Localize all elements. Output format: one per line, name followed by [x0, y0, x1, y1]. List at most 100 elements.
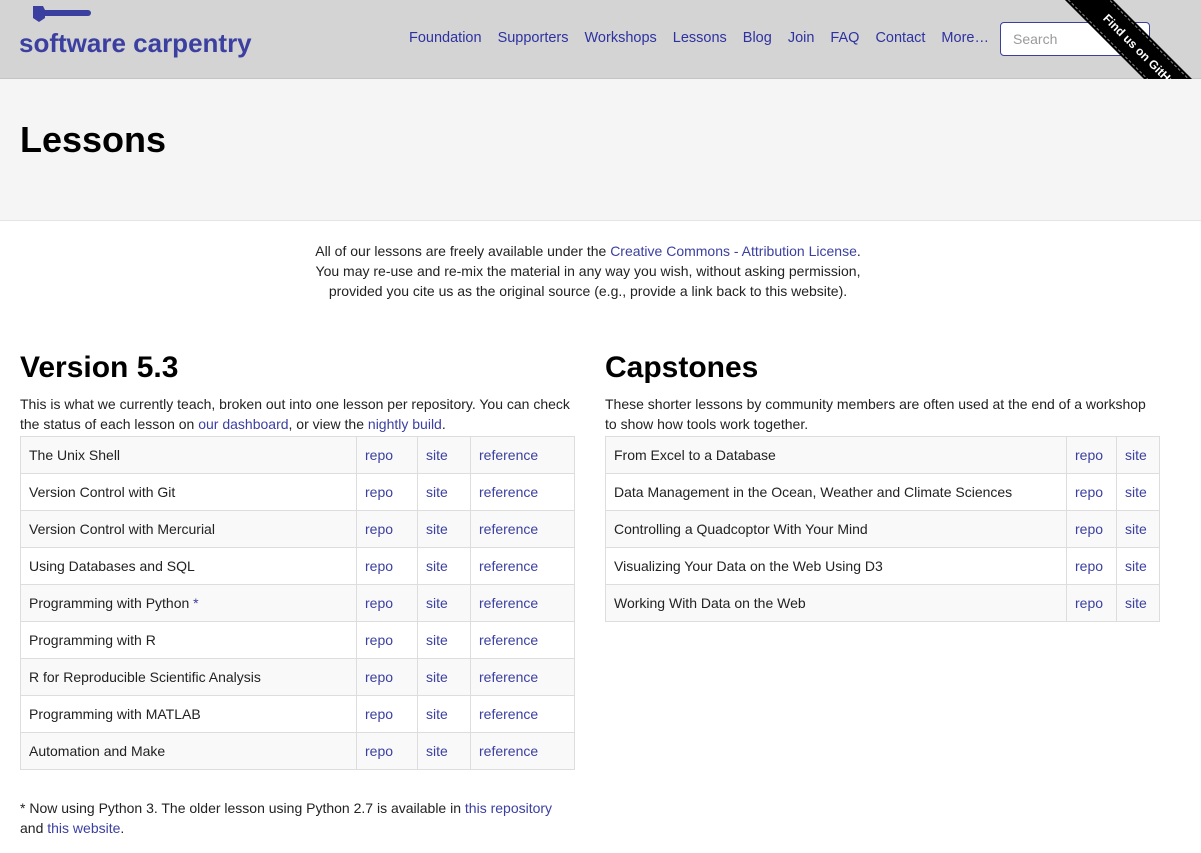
- repo-cell: repo: [356, 695, 418, 733]
- lesson-name-cell: Version Control with Git: [20, 473, 357, 511]
- table-row: Visualizing Your Data on the Web Using D…: [605, 547, 1160, 585]
- repo-cell: repo: [356, 473, 418, 511]
- table-row: Working With Data on the Web repo site: [605, 584, 1160, 622]
- reference-link[interactable]: reference: [479, 743, 538, 759]
- dashboard-link[interactable]: our dashboard: [198, 416, 288, 432]
- table-row: Version Control with Mercurial repo site re…: [20, 510, 575, 548]
- repo-cell: repo: [1066, 510, 1117, 548]
- site-cell: site: [417, 510, 471, 548]
- repo-link[interactable]: repo: [365, 743, 393, 759]
- site-link[interactable]: site: [1125, 447, 1147, 463]
- capstone-name: Working With Data on the Web: [614, 595, 806, 611]
- reference-link[interactable]: reference: [479, 669, 538, 685]
- repo-link[interactable]: repo: [1075, 521, 1103, 537]
- capstone-name-cell: Working With Data on the Web: [605, 584, 1067, 622]
- site-link[interactable]: site: [426, 743, 448, 759]
- reference-link[interactable]: reference: [479, 632, 538, 648]
- repo-link[interactable]: repo: [365, 632, 393, 648]
- capstones-title: Capstones: [605, 351, 759, 384]
- site-link[interactable]: site: [1125, 558, 1147, 574]
- site-link[interactable]: site: [1125, 521, 1147, 537]
- license-link[interactable]: Creative Commons - Attribution License: [610, 243, 857, 259]
- table-row: Programming with Python * repo site referen…: [20, 584, 575, 622]
- lesson-name-cell: Automation and Make: [20, 732, 357, 770]
- site-cell: site: [1116, 436, 1160, 474]
- capstones-section: Capstones These shorter lessons by commu…: [605, 348, 1160, 622]
- lesson-name-cell: Programming with Python *: [20, 584, 357, 622]
- nav-contact[interactable]: Contact: [875, 30, 925, 46]
- table-row: From Excel to a Database repo site: [605, 436, 1160, 474]
- repo-link[interactable]: repo: [365, 595, 393, 611]
- repo-link[interactable]: repo: [1075, 484, 1103, 500]
- site-link[interactable]: site: [426, 484, 448, 500]
- reference-cell: reference: [470, 732, 575, 770]
- repo-cell: repo: [1066, 473, 1117, 511]
- page-header: Lessons: [0, 79, 1201, 221]
- reference-cell: reference: [470, 547, 575, 585]
- repo-link[interactable]: repo: [1075, 595, 1103, 611]
- nightly-build-link[interactable]: nightly build: [368, 416, 442, 432]
- repo-link[interactable]: repo: [365, 447, 393, 463]
- lesson-name: Programming with Python: [29, 595, 190, 611]
- site-link[interactable]: site: [426, 447, 448, 463]
- capstone-name-cell: Visualizing Your Data on the Web Using D…: [605, 547, 1067, 585]
- python2-site-link[interactable]: this website: [47, 820, 120, 836]
- repo-cell: repo: [1066, 436, 1117, 474]
- reference-link[interactable]: reference: [479, 706, 538, 722]
- lesson-name: The Unix Shell: [29, 447, 121, 463]
- reference-cell: reference: [470, 695, 575, 733]
- footnote-period: .: [120, 820, 125, 836]
- nav-faq[interactable]: FAQ: [830, 30, 859, 46]
- table-row: Using Databases and SQL repo site reference: [20, 547, 575, 585]
- reference-link[interactable]: reference: [479, 558, 538, 574]
- lesson-name-cell: Version Control with Mercurial: [20, 510, 357, 548]
- capstone-name-cell: From Excel to a Database: [605, 436, 1067, 474]
- capstones-table: From Excel to a Database repo site Data Man…: [605, 436, 1160, 622]
- nav-supporters[interactable]: Supporters: [498, 30, 569, 46]
- table-row: Automation and Make repo site reference: [20, 732, 575, 770]
- reference-link[interactable]: reference: [479, 484, 538, 500]
- site-link[interactable]: site: [426, 669, 448, 685]
- repo-link[interactable]: repo: [365, 669, 393, 685]
- repo-link[interactable]: repo: [365, 558, 393, 574]
- repo-cell: repo: [356, 658, 418, 696]
- version-desc-middle: , or view the: [288, 416, 368, 432]
- site-link[interactable]: site: [426, 595, 448, 611]
- repo-link[interactable]: repo: [1075, 447, 1103, 463]
- python2-repo-link[interactable]: this repository: [465, 800, 552, 816]
- repo-cell: repo: [1066, 547, 1117, 585]
- repo-link[interactable]: repo: [365, 521, 393, 537]
- table-row: Version Control with Git repo site referenc…: [20, 473, 575, 511]
- nav-blog[interactable]: Blog: [743, 30, 772, 46]
- reference-cell: reference: [470, 658, 575, 696]
- reference-link[interactable]: reference: [479, 595, 538, 611]
- site-link[interactable]: site: [426, 632, 448, 648]
- table-row: R for Reproducible Scientific Analysis re…: [20, 658, 575, 696]
- table-row: Programming with MATLAB repo site reference: [20, 695, 575, 733]
- reference-link[interactable]: reference: [479, 521, 538, 537]
- site-cell: site: [417, 621, 471, 659]
- repo-link[interactable]: repo: [1075, 558, 1103, 574]
- repo-link[interactable]: repo: [365, 706, 393, 722]
- site-cell: site: [417, 436, 471, 474]
- reference-link[interactable]: reference: [479, 447, 538, 463]
- site-link[interactable]: site: [1125, 595, 1147, 611]
- python3-footnote-marker[interactable]: *: [189, 595, 198, 611]
- reference-cell: reference: [470, 473, 575, 511]
- nav-more[interactable]: More…: [941, 30, 989, 46]
- site-cell: site: [1116, 473, 1160, 511]
- site-cell: site: [417, 658, 471, 696]
- nav-join[interactable]: Join: [788, 30, 815, 46]
- nav-lessons[interactable]: Lessons: [673, 30, 727, 46]
- nav-foundation[interactable]: Foundation: [409, 30, 482, 46]
- site-link[interactable]: site: [426, 706, 448, 722]
- lesson-name: Version Control with Mercurial: [29, 521, 215, 537]
- nav-workshops[interactable]: Workshops: [585, 30, 657, 46]
- lesson-name: R for Reproducible Scientific Analysis: [29, 669, 261, 685]
- site-link[interactable]: site: [426, 558, 448, 574]
- site-link[interactable]: site: [1125, 484, 1147, 500]
- capstone-name: Data Management in the Ocean, Weather an…: [614, 484, 1013, 500]
- logo[interactable]: software carpentry: [19, 6, 274, 62]
- repo-link[interactable]: repo: [365, 484, 393, 500]
- site-link[interactable]: site: [426, 521, 448, 537]
